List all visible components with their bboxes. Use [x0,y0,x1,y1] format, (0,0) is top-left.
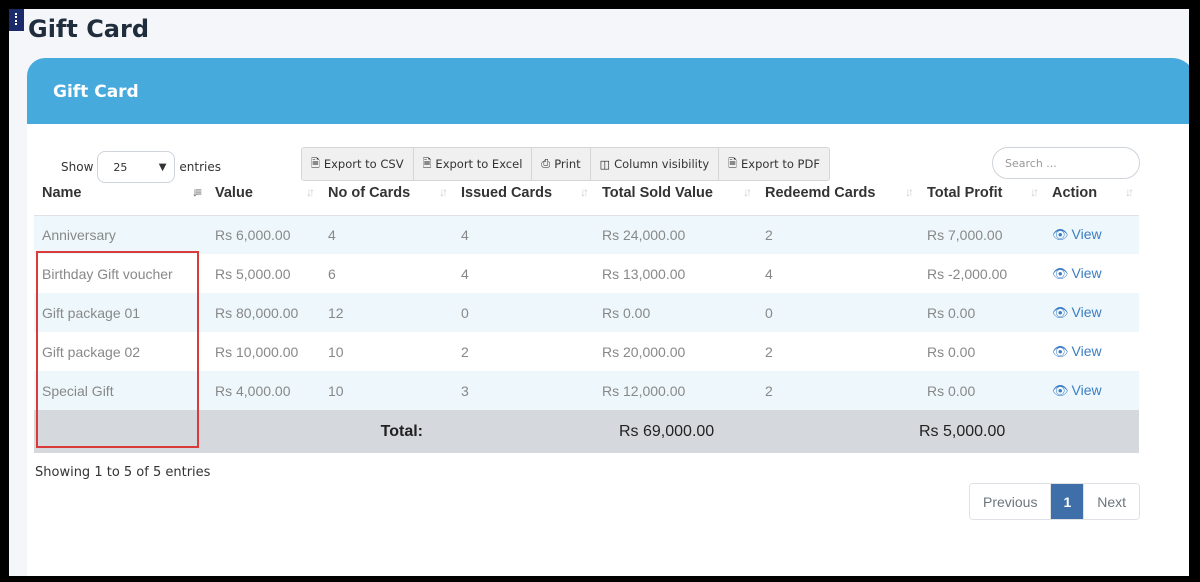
sort-icon: ↓↑ [905,185,914,199]
cell-issued-cards: 0 [461,304,469,321]
cell-value: Rs 6,000.00 [215,226,291,243]
table-info: Showing 1 to 5 of 5 entries [35,465,211,480]
eye-icon: 👁 [1052,305,1069,320]
sort-icon: ↓↑ [306,185,315,199]
cell-no-of-cards: 10 [328,343,344,360]
cell-total-sold-value: Rs 20,000.00 [602,343,686,360]
cell-total-profit: Rs -2,000.00 [927,265,1008,282]
cell-value: Rs 4,000.00 [215,382,291,399]
print-label: Print [554,157,581,171]
cell-issued-cards: 4 [461,265,469,282]
pagination: Previous 1 Next [969,483,1141,520]
sort-icon: ↓↑ [743,185,752,199]
menu-toggle-icon[interactable] [9,9,24,31]
column-header-name[interactable]: Name ↓≡ [34,171,207,216]
cell-no-of-cards: 4 [328,226,336,243]
total-sold-value: Rs 69,000.00 [594,410,919,453]
next-page-button[interactable]: Next [1084,484,1140,519]
total-profit-value: Rs 5,000.00 [919,410,1139,453]
export-excel-label: Export to Excel [435,157,523,171]
cell-total-profit: Rs 0.00 [927,343,976,360]
gift-card-table: Name ↓≡ Value ↓↑ No of Cards ↓↑ Issued Card… [34,171,1139,453]
view-label: View [1071,382,1102,398]
view-link[interactable]: 👁 View [1044,371,1139,410]
cell-total-sold-value: Rs 24,000.00 [602,226,686,243]
column-header-action[interactable]: Action ↓↑ [1044,171,1139,216]
view-link[interactable]: 👁 View [1044,293,1139,332]
cell-redeemd-cards: 4 [765,265,773,282]
column-header-total-profit[interactable]: Total Profit ↓↑ [919,171,1044,216]
cell-total-sold-value: Rs 0.00 [602,304,651,321]
cell-redeemd-cards: 0 [765,304,773,321]
print-icon: ⎙ [541,157,551,170]
cell-total-sold-value: Rs 12,000.00 [602,382,686,399]
column-header-total-sold-value[interactable]: Total Sold Value ↓↑ [594,171,757,216]
table-header-row: Name ↓≡ Value ↓↑ No of Cards ↓↑ Issued Card… [34,171,1139,216]
page-1-button[interactable]: 1 [1051,484,1085,519]
sort-icon: ↓↑ [1125,185,1134,199]
previous-page-button[interactable]: Previous [970,484,1052,519]
table-row: Gift package 01 Rs 80,000.00 12 0 Rs 0.0… [34,293,1139,332]
table-row: Birthday Gift voucher Rs 5,000.00 6 4 Rs… [34,254,1139,293]
name-column-highlight [36,251,199,448]
cell-issued-cards: 4 [461,226,469,243]
cell-total-profit: Rs 7,000.00 [927,226,1003,243]
app-frame: Gift Card Gift Card Show 25 ▼ entries 🗎 … [9,9,1189,576]
cell-total-profit: Rs 0.00 [927,304,976,321]
table-total-row: Total: Rs 69,000.00 Rs 5,000.00 [34,410,1139,453]
cell-no-of-cards: 6 [328,265,336,282]
eye-icon: 👁 [1052,383,1069,398]
card-title: Gift Card [53,82,139,102]
view-link[interactable]: 👁 View [1044,332,1139,371]
column-header-value[interactable]: Value ↓↑ [207,171,320,216]
view-link[interactable]: 👁 View [1044,254,1139,293]
cell-no-of-cards: 12 [328,304,344,321]
column-header-no-of-cards[interactable]: No of Cards ↓↑ [320,171,453,216]
cell-issued-cards: 3 [461,382,469,399]
cell-value: Rs 80,000.00 [215,304,299,321]
view-link[interactable]: 👁 View [1044,215,1139,254]
cell-total-sold-value: Rs 13,000.00 [602,265,686,282]
cell-name: Anniversary [42,226,116,243]
cell-total-profit: Rs 0.00 [927,382,976,399]
view-label: View [1071,226,1102,243]
columns-icon: ◫ [599,157,611,171]
cell-value: Rs 5,000.00 [215,265,291,282]
table-row: Anniversary Rs 6,000.00 4 4 Rs 24,000.00… [34,215,1139,254]
column-visibility-label: Column visibility [614,157,710,171]
table-row: Gift package 02 Rs 10,000.00 10 2 Rs 20,… [34,332,1139,371]
cell-issued-cards: 2 [461,343,469,360]
cell-redeemd-cards: 2 [765,343,773,360]
cell-no-of-cards: 10 [328,382,344,399]
eye-icon: 👁 [1052,266,1069,281]
table-row: Special Gift Rs 4,000.00 10 3 Rs 12,000.… [34,371,1139,410]
eye-icon: 👁 [1052,227,1069,243]
card-header: Gift Card [27,58,1189,124]
eye-icon: 👁 [1052,344,1069,359]
sort-asc-icon: ↓≡ [191,185,202,199]
sort-icon: ↓↑ [439,185,448,199]
sort-icon: ↓↑ [1030,185,1039,199]
view-label: View [1071,265,1102,281]
cell-value: Rs 10,000.00 [215,343,299,360]
page-title: Gift Card [28,15,150,43]
column-header-issued-cards[interactable]: Issued Cards ↓↑ [453,171,594,216]
export-csv-label: Export to CSV [323,157,404,171]
export-pdf-label: Export to PDF [741,157,820,171]
view-label: View [1071,304,1102,320]
view-label: View [1071,343,1102,359]
sort-icon: ↓↑ [580,185,589,199]
column-header-redeemd-cards[interactable]: Redeemd Cards ↓↑ [757,171,919,216]
cell-redeemd-cards: 2 [765,226,773,243]
cell-redeemd-cards: 2 [765,382,773,399]
